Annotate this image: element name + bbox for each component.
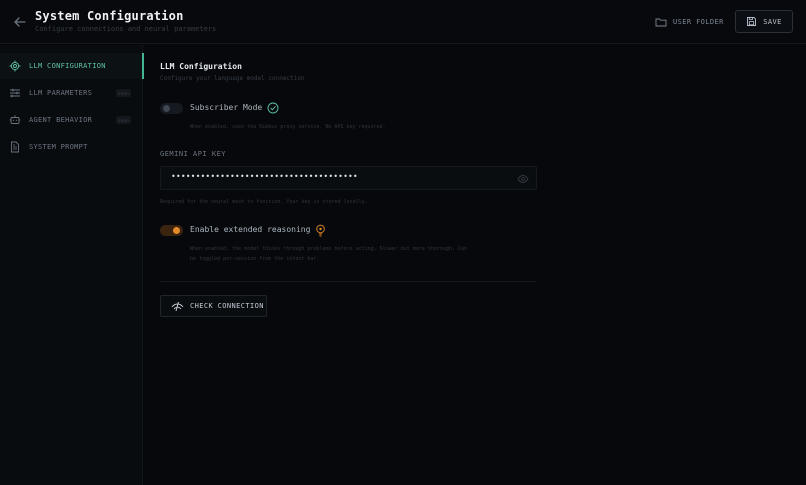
arrow-left-icon[interactable] <box>12 14 28 30</box>
save-icon <box>747 17 757 26</box>
page-subtitle: Configure connections and neural paramet… <box>35 25 217 33</box>
sliders-icon <box>9 87 21 99</box>
api-key-label: GEMINI API KEY <box>160 150 227 158</box>
toggle-knob <box>173 227 180 234</box>
sidebar-item-label: LLM PARAMETERS <box>29 89 93 97</box>
signal-icon <box>171 301 184 311</box>
eye-off-icon[interactable] <box>517 174 529 184</box>
page-title: System Configuration <box>35 9 184 23</box>
sidebar-item-label: AGENT BEHAVIOR <box>29 116 93 124</box>
sidebar-item-llm-configuration[interactable]: LLM CONFIGURATION <box>0 53 144 79</box>
user-folder-label: USER FOLDER <box>673 18 724 26</box>
check-connection-button[interactable]: CHECK CONNECTION <box>160 295 267 317</box>
api-key-value: •••••••••••••••••••••••••••••••••••••• <box>171 172 358 181</box>
api-key-help: Required for the neural mesh to function… <box>160 199 368 205</box>
extended-reasoning-help-line-1: When enabled, the model thinks through p… <box>190 246 467 252</box>
chip-icon <box>9 60 21 72</box>
api-key-field[interactable]: •••••••••••••••••••••••••••••••••••••• <box>160 166 537 190</box>
soon-badge: soon <box>116 89 131 97</box>
subscriber-mode-label: Subscriber Mode <box>190 103 263 112</box>
check-circle-icon <box>267 102 279 114</box>
sidebar-item-llm-parameters[interactable]: LLM PARAMETERS soon <box>0 80 143 106</box>
section-title: LLM Configuration <box>160 62 242 71</box>
divider <box>160 281 537 282</box>
section-subtitle: Configure your language model connection <box>160 75 305 82</box>
robot-icon <box>9 114 21 126</box>
header: System Configuration Configure connectio… <box>0 0 806 44</box>
folder-icon <box>655 18 667 27</box>
save-button[interactable]: SAVE <box>735 10 793 33</box>
sidebar-item-agent-behavior[interactable]: AGENT BEHAVIOR soon <box>0 107 143 133</box>
check-connection-label: CHECK CONNECTION <box>190 302 264 310</box>
subscriber-mode-toggle[interactable] <box>160 103 183 114</box>
sidebar-item-system-prompt[interactable]: SYSTEM PROMPT <box>0 134 143 160</box>
soon-badge: soon <box>116 116 131 124</box>
extended-reasoning-toggle[interactable] <box>160 225 183 236</box>
sidebar: LLM CONFIGURATION LLM PARAMETERS soon AG… <box>0 45 144 485</box>
sidebar-item-label: LLM CONFIGURATION <box>29 62 106 70</box>
extended-reasoning-label: Enable extended reasoning <box>190 225 311 234</box>
subscriber-mode-help: When enabled, uses the Kimbus proxy serv… <box>190 124 386 130</box>
lightbulb-icon <box>316 224 325 237</box>
document-icon <box>9 141 21 153</box>
save-label: SAVE <box>763 17 782 26</box>
toggle-knob <box>163 105 170 112</box>
sidebar-item-label: SYSTEM PROMPT <box>29 143 88 151</box>
extended-reasoning-help-line-2: be toggled per-session from the intent b… <box>190 256 320 262</box>
user-folder-button[interactable]: USER FOLDER <box>655 15 724 29</box>
